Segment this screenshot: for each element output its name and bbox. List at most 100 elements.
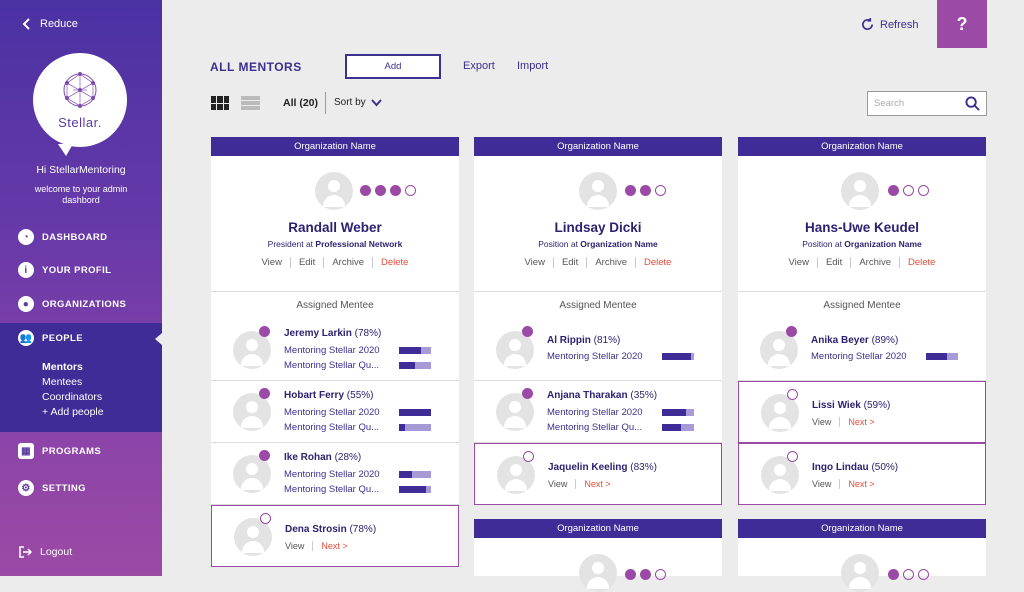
nav-dashboard[interactable]: ◔ DASHBOARD	[0, 222, 162, 252]
next-link[interactable]: Next >	[321, 541, 355, 551]
edit-link[interactable]: Edit	[818, 257, 852, 268]
edit-link[interactable]: Edit	[291, 257, 325, 268]
delete-link[interactable]: Delete	[900, 257, 943, 268]
nav-programs[interactable]: ▦ PROGRAMS	[0, 436, 162, 466]
mentee-row[interactable]: Anika Beyer (89%) Mentoring Stellar 2020	[738, 319, 986, 381]
mentor-card: Organization Name Randall Weber Presiden…	[211, 137, 459, 567]
logout-button[interactable]: Logout	[0, 537, 162, 567]
user-icon: ●	[18, 296, 34, 312]
mentee-percent: (55%)	[346, 390, 374, 401]
view-link[interactable]: View	[285, 541, 314, 551]
nav-profile-label: YOUR PROFIL	[42, 264, 112, 276]
program-name: Mentoring Stellar Qu...	[284, 422, 380, 433]
search-icon[interactable]	[965, 96, 980, 111]
mentor-name: Hans-Uwe Keudel	[804, 220, 920, 235]
delete-link[interactable]: Delete	[636, 257, 679, 268]
refresh-button[interactable]: Refresh	[861, 18, 919, 31]
view-link[interactable]: View	[254, 257, 291, 268]
mentee-links: View Next >	[812, 417, 891, 427]
mentee-name: Anjana Tharakan	[547, 390, 628, 401]
assigned-mentee-heading: Assigned Mentee	[296, 300, 374, 311]
mentor-name: Randall Weber	[288, 220, 382, 235]
main-content: Refresh ? ALL MENTORS Add Export Import …	[162, 0, 1024, 592]
sub-add-people[interactable]: + Add people	[42, 406, 104, 418]
mentee-row[interactable]: Ike Rohan (28%) Mentoring Stellar 2020 M…	[211, 443, 459, 505]
sub-coordinators[interactable]: Coordinators	[42, 391, 102, 403]
mentor-name: Lindsay Dicki	[554, 220, 642, 235]
progress-fill	[662, 424, 682, 431]
mentee-percent: (81%)	[593, 335, 621, 346]
mentee-name-line: Dena Strosin (78%)	[285, 524, 376, 535]
mentee-row[interactable]: Hobart Ferry (55%) Mentoring Stellar 202…	[211, 381, 459, 443]
reduce-label: Reduce	[40, 18, 78, 30]
import-link[interactable]: Import	[517, 60, 548, 72]
view-link[interactable]: View	[812, 417, 841, 427]
mentee-row[interactable]: Dena Strosin (78%) View Next >	[211, 505, 459, 567]
rating-dots	[888, 569, 929, 580]
mentee-percent: (50%)	[871, 462, 899, 473]
view-link[interactable]: View	[781, 257, 818, 268]
mentee-row[interactable]: Jeremy Larkin (78%) Mentoring Stellar 20…	[211, 319, 459, 381]
welcome-line-2: dashbord	[62, 195, 100, 205]
nav-organizations[interactable]: ● ORGANIZATIONS	[0, 289, 162, 319]
sub-mentors[interactable]: Mentors	[42, 361, 83, 373]
rating-dot-filled	[640, 185, 651, 196]
mentee-percent: (78%)	[354, 328, 382, 339]
position-prefix: Position at	[802, 239, 845, 249]
chevron-down-icon	[370, 98, 382, 106]
edit-link[interactable]: Edit	[554, 257, 588, 268]
archive-link[interactable]: Archive	[587, 257, 636, 268]
list-view-icon[interactable]	[241, 96, 260, 110]
rating-dot-filled	[625, 569, 636, 580]
view-link[interactable]: View	[812, 479, 841, 489]
mentee-links: View Next >	[285, 541, 364, 551]
all-count-filter[interactable]: All (20)	[283, 97, 318, 109]
mentee-row[interactable]: Al Rippin (81%) Mentoring Stellar 2020	[474, 319, 722, 381]
export-link[interactable]: Export	[463, 60, 495, 72]
gauge-icon: ◔	[18, 229, 34, 245]
nav-profile[interactable]: i YOUR PROFIL	[0, 255, 162, 285]
help-button[interactable]: ?	[937, 0, 987, 48]
logo-text: Stellar.	[58, 115, 102, 130]
mentee-name: Ingo Lindau	[812, 462, 869, 473]
sub-mentees[interactable]: Mentees	[42, 376, 82, 388]
mentee-name-line: Jeremy Larkin (78%)	[284, 328, 381, 339]
mentee-row[interactable]: Jaquelin Keeling (83%) View Next >	[474, 443, 722, 505]
next-link[interactable]: Next >	[584, 479, 618, 489]
rating-dot-empty	[918, 185, 929, 196]
logo: Stellar.	[33, 53, 127, 147]
progress-fill	[399, 471, 412, 478]
next-link[interactable]: Next >	[848, 417, 882, 427]
add-button[interactable]: Add	[345, 54, 441, 79]
mentor-card: Organization Name Hans-Uwe Keudel Positi…	[738, 137, 986, 505]
assigned-mentee-heading: Assigned Mentee	[823, 300, 901, 311]
rating-dot-filled	[640, 569, 651, 580]
reduce-button[interactable]: Reduce	[22, 18, 78, 30]
rating-dot-filled	[360, 185, 371, 196]
nav-setting[interactable]: ⚙ SETTING	[0, 473, 162, 503]
mentee-links: View Next >	[812, 479, 891, 489]
search-input[interactable]: Search	[867, 91, 987, 116]
mentee-row[interactable]: Anjana Tharakan (35%) Mentoring Stellar …	[474, 381, 722, 443]
sort-by-dropdown[interactable]: Sort by	[334, 97, 382, 108]
search-placeholder: Search	[874, 98, 905, 109]
mentor-position: Position at Organization Name	[738, 239, 986, 249]
mentee-name: Anika Beyer	[811, 335, 869, 346]
progress-fill	[399, 424, 406, 431]
grid-view-icon[interactable]	[211, 96, 229, 110]
rating-dots	[625, 569, 666, 580]
mentee-row[interactable]: Lissi Wiek (59%) View Next >	[738, 381, 986, 443]
view-link[interactable]: View	[517, 257, 554, 268]
progress-bar	[662, 424, 694, 431]
delete-link[interactable]: Delete	[373, 257, 416, 268]
nav-people[interactable]: 👥 PEOPLE	[0, 323, 162, 353]
view-link[interactable]: View	[548, 479, 577, 489]
archive-link[interactable]: Archive	[851, 257, 900, 268]
mentee-percent: (28%)	[334, 452, 362, 463]
info-icon: i	[18, 262, 34, 278]
progress-fill	[662, 409, 686, 416]
mentee-percent: (78%)	[349, 524, 377, 535]
mentee-row[interactable]: Ingo Lindau (50%) View Next >	[738, 443, 986, 505]
next-link[interactable]: Next >	[848, 479, 882, 489]
archive-link[interactable]: Archive	[324, 257, 373, 268]
